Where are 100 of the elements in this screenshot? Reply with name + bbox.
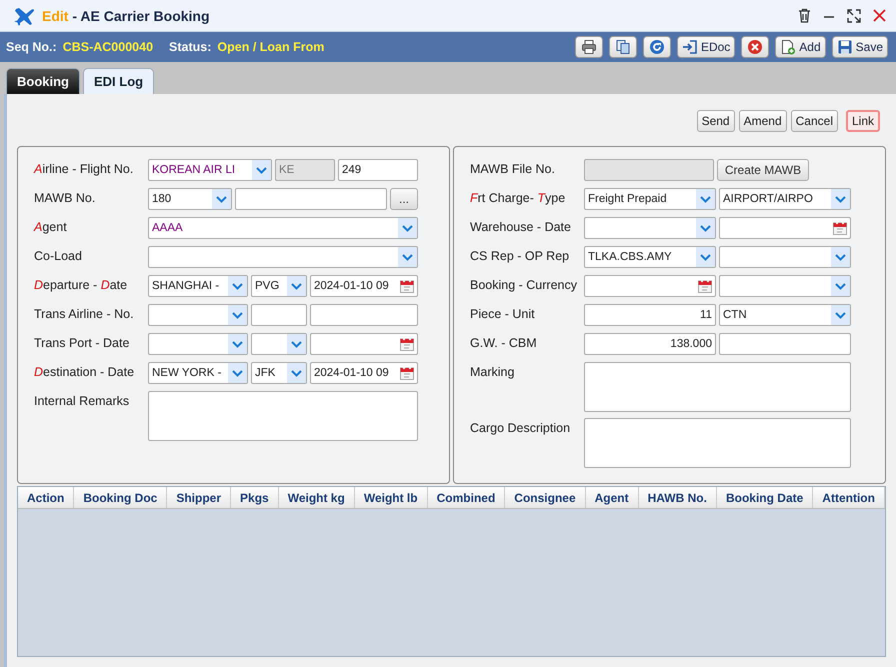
dropdown-field[interactable]: TLKA.CBS.AMY bbox=[584, 246, 716, 268]
column-header[interactable]: Attention bbox=[813, 487, 885, 508]
chevron-down-icon bbox=[835, 196, 846, 202]
maximize-icon[interactable] bbox=[847, 8, 861, 22]
date-field[interactable] bbox=[719, 217, 851, 239]
chevron-down-icon bbox=[232, 340, 243, 348]
input-field[interactable] bbox=[310, 304, 418, 326]
text-area[interactable] bbox=[584, 362, 851, 412]
field-label: Agent bbox=[32, 219, 68, 234]
column-header[interactable]: HAWB No. bbox=[638, 487, 717, 508]
dropdown-field[interactable]: Freight Prepaid bbox=[584, 188, 716, 210]
tab[interactable]: Booking bbox=[6, 68, 80, 94]
chevron-down-icon bbox=[835, 254, 846, 260]
date-field[interactable]: 2024-01-10 09 bbox=[310, 275, 418, 297]
delete-button[interactable] bbox=[741, 36, 770, 58]
dropdown-field[interactable]: PVG bbox=[251, 275, 307, 297]
action-button[interactable]: Link bbox=[846, 110, 880, 132]
dropdown-field[interactable] bbox=[584, 217, 716, 239]
dropdown-field[interactable]: AAAA bbox=[148, 217, 418, 239]
input-field[interactable] bbox=[719, 333, 851, 355]
text-area[interactable] bbox=[584, 418, 851, 468]
field-label: Marking bbox=[469, 364, 516, 379]
chevron-down-icon bbox=[700, 224, 711, 232]
dropdown-field[interactable] bbox=[148, 246, 418, 268]
seq-label: Seq No.: bbox=[6, 40, 57, 54]
action-button[interactable]: Send bbox=[696, 110, 735, 132]
column-header[interactable]: Booking Date bbox=[716, 487, 814, 508]
refresh-button[interactable] bbox=[642, 36, 671, 58]
text-area[interactable] bbox=[148, 391, 418, 441]
field-label: Cargo Description bbox=[469, 420, 572, 435]
edoc-button[interactable]: EDoc bbox=[676, 36, 736, 58]
chevron-down-icon bbox=[256, 166, 267, 174]
column-header[interactable]: Weight kg bbox=[278, 487, 355, 508]
column-header[interactable]: Weight lb bbox=[354, 487, 428, 508]
chevron-down-icon bbox=[216, 196, 227, 202]
create-mawb-button[interactable]: Create MAWB bbox=[717, 159, 809, 181]
input-field[interactable]: 249 bbox=[338, 159, 418, 181]
printer-icon bbox=[580, 39, 597, 55]
field-label: MAWB No. bbox=[33, 190, 96, 205]
calendar-icon[interactable] bbox=[698, 279, 712, 293]
column-header[interactable]: Consignee bbox=[505, 487, 586, 508]
chevron-down-icon bbox=[835, 282, 846, 290]
browse-button[interactable]: ... bbox=[390, 188, 418, 210]
save-icon bbox=[836, 39, 853, 55]
status-label: Status: bbox=[169, 40, 212, 54]
dropdown-field[interactable] bbox=[719, 246, 851, 268]
column-header[interactable]: Pkgs bbox=[231, 487, 279, 508]
delete-icon bbox=[747, 39, 764, 55]
dropdown-field[interactable]: 180 bbox=[148, 188, 232, 210]
dropdown-field[interactable] bbox=[251, 333, 307, 355]
calendar-icon[interactable] bbox=[400, 366, 414, 380]
print-button[interactable] bbox=[574, 36, 603, 58]
field-label: Internal Remarks bbox=[33, 393, 130, 408]
input-field[interactable] bbox=[251, 304, 307, 326]
field-label: Trans Airline - No. bbox=[33, 306, 135, 321]
chevron-down-icon bbox=[232, 312, 243, 318]
status-value: Open / Loan From bbox=[217, 40, 324, 54]
date-field[interactable] bbox=[310, 333, 418, 355]
chevron-down-icon bbox=[700, 196, 711, 202]
action-button[interactable]: Cancel bbox=[790, 110, 838, 132]
column-header[interactable]: Action bbox=[18, 487, 74, 508]
field-label: CS Rep - OP Rep bbox=[469, 248, 570, 263]
window-title: Edit - AE Carrier Booking bbox=[42, 8, 210, 24]
action-button[interactable]: Amend bbox=[738, 110, 787, 132]
dropdown-field[interactable] bbox=[719, 275, 851, 297]
tab[interactable]: EDI Log bbox=[83, 68, 154, 94]
column-header[interactable]: Shipper bbox=[167, 487, 232, 508]
date-field[interactable] bbox=[584, 275, 716, 297]
chevron-down-icon bbox=[232, 282, 243, 290]
copy-button[interactable] bbox=[608, 36, 637, 58]
dropdown-field[interactable]: JFK bbox=[251, 362, 307, 384]
dropdown-field[interactable]: AIRPORT/AIRPO bbox=[719, 188, 851, 210]
column-header[interactable]: Booking Doc bbox=[74, 487, 168, 508]
input-field[interactable]: 11 bbox=[584, 304, 716, 326]
column-header[interactable]: Agent bbox=[586, 487, 639, 508]
calendar-icon[interactable] bbox=[400, 337, 414, 351]
chevron-down-icon bbox=[402, 254, 413, 260]
field-label: Airline - Flight No. bbox=[32, 161, 134, 176]
calendar-icon[interactable] bbox=[833, 221, 847, 235]
dropdown-field[interactable]: CTN bbox=[719, 304, 851, 326]
close-icon[interactable] bbox=[873, 9, 886, 22]
dropdown-field[interactable]: SHANGHAI - bbox=[148, 275, 248, 297]
calendar-icon[interactable] bbox=[400, 279, 414, 293]
seq-value: CBS-AC000040 bbox=[62, 40, 154, 54]
add-button[interactable]: Add bbox=[775, 36, 826, 58]
chevron-down-icon bbox=[291, 340, 302, 348]
date-field[interactable]: 2024-01-10 09 bbox=[310, 362, 418, 384]
input-field[interactable] bbox=[235, 188, 387, 210]
save-button[interactable]: Save bbox=[832, 36, 888, 58]
dropdown-field[interactable]: KOREAN AIR LI bbox=[148, 159, 272, 181]
dropdown-field[interactable] bbox=[148, 304, 248, 326]
sign-in-icon bbox=[682, 39, 698, 55]
chevron-down-icon bbox=[291, 282, 302, 290]
field-label: Warehouse - Date bbox=[469, 219, 572, 234]
copy-icon bbox=[614, 39, 631, 55]
input-field[interactable]: 138.000 bbox=[584, 333, 716, 355]
dropdown-field[interactable] bbox=[148, 333, 248, 355]
column-header[interactable]: Combined bbox=[428, 487, 506, 508]
dropdown-field[interactable]: NEW YORK - bbox=[148, 362, 248, 384]
trash-icon[interactable] bbox=[798, 8, 811, 23]
